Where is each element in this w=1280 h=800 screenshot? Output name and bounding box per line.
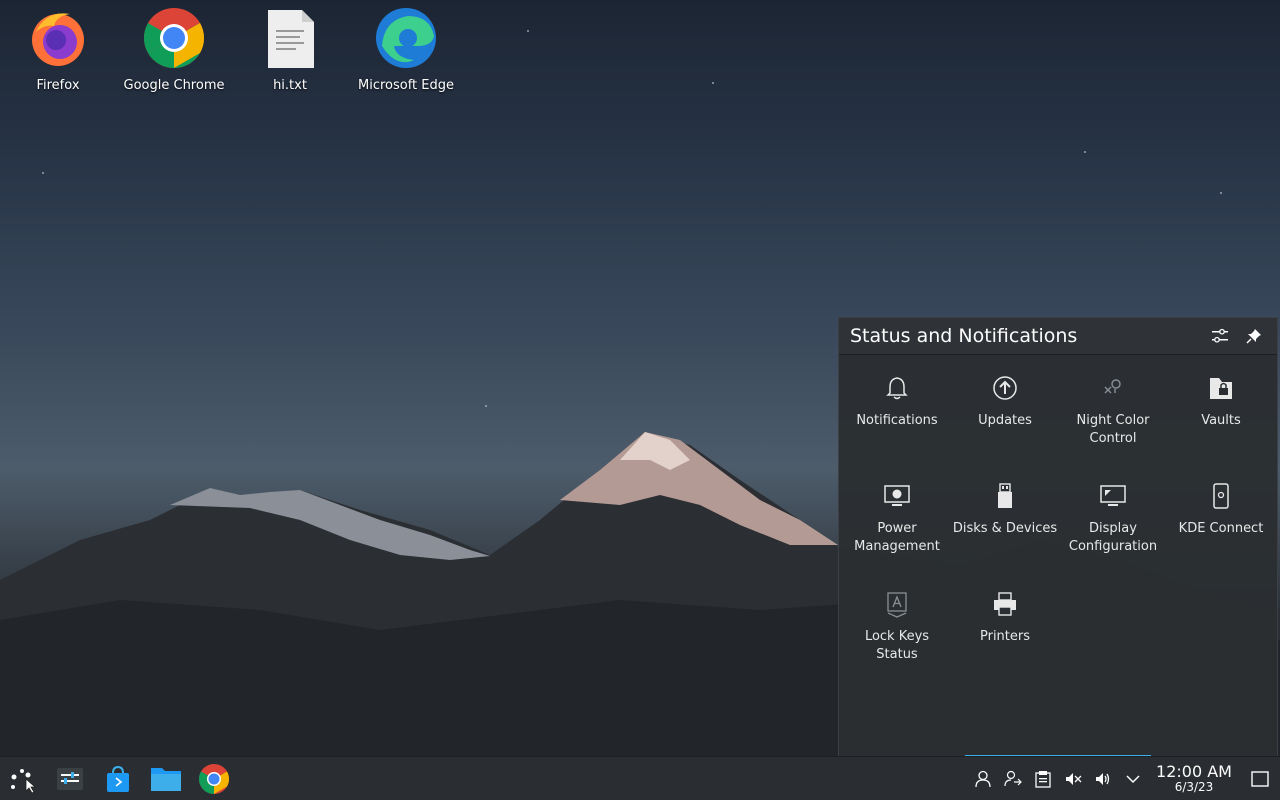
taskbar-system-settings[interactable] (48, 758, 92, 800)
tray-item-printers[interactable]: Printers (951, 584, 1059, 684)
tray-item-kde-connect[interactable]: KDE Connect (1167, 476, 1275, 576)
tray-item-lock-keys-status[interactable]: Lock Keys Status (843, 584, 951, 684)
bell-icon (886, 377, 908, 400)
tray-item-night-color-control[interactable]: Night Color Control (1059, 368, 1167, 468)
user-switch-icon (1004, 770, 1022, 786)
tray-volume[interactable] (1088, 758, 1118, 800)
tray-user[interactable] (968, 758, 998, 800)
edge-icon (376, 8, 436, 68)
desktop-icon-microsoft-edge[interactable]: Microsoft Edge (348, 6, 464, 94)
tray-item-label: Power Management (854, 521, 940, 554)
update-icon (993, 376, 1017, 400)
digital-clock[interactable]: 12:00 AM 6/3/23 (1154, 761, 1234, 794)
desktop-icon-label: Microsoft Edge (357, 78, 454, 93)
volume-icon (1096, 772, 1110, 785)
app-launcher-button[interactable] (0, 758, 44, 800)
tray-item-label: Updates (978, 413, 1032, 428)
status-notifications-popup: Status and Notifications Notifications U… (838, 317, 1278, 756)
show-desktop-icon (1251, 770, 1269, 787)
tray-item-power-management[interactable]: Power Management (843, 476, 951, 576)
desktop-icon-google-chrome[interactable]: Google Chrome (116, 6, 232, 94)
chrome-icon (143, 8, 205, 69)
taskbar-discover[interactable] (96, 758, 140, 800)
clock-date: 6/3/23 (1174, 779, 1214, 794)
tray-item-label: Disks & Devices (952, 521, 1058, 536)
app-launcher-icon (11, 768, 36, 793)
configure-button[interactable] (1207, 323, 1233, 349)
tray-item-label: Night Color Control (1076, 413, 1150, 446)
tray-item-notifications[interactable]: Notifications (843, 368, 951, 468)
configure-icon (1212, 328, 1228, 343)
desktop-icon-firefox[interactable]: Firefox (0, 6, 116, 94)
discover-store-icon (107, 765, 129, 792)
usb-drive-icon (998, 483, 1012, 508)
lock-keys-icon (887, 592, 907, 618)
tray-expand-button[interactable] (1118, 758, 1148, 800)
tray-item-label: Lock Keys Status (864, 629, 930, 662)
display-icon (1100, 485, 1126, 506)
night-color-icon (1104, 379, 1121, 394)
desktop-icon-label: hi.txt (273, 78, 307, 93)
tray-clipboard[interactable] (1028, 758, 1058, 800)
text-file-icon (268, 10, 314, 68)
expand-tray-icon (1126, 774, 1140, 783)
popup-header: Status and Notifications (839, 318, 1277, 355)
tray-item-label: Vaults (1201, 413, 1241, 428)
vault-icon (1210, 378, 1232, 399)
mute-icon (1066, 772, 1082, 785)
system-settings-icon (57, 767, 83, 790)
tray-item-label: KDE Connect (1178, 521, 1264, 536)
chrome-icon (198, 763, 230, 794)
tray-item-vaults[interactable]: Vaults (1167, 368, 1275, 468)
show-desktop-button[interactable] (1240, 758, 1280, 800)
desktop-icon-label: Google Chrome (123, 78, 225, 93)
popup-title: Status and Notifications (850, 325, 1078, 347)
taskbar-file-manager[interactable] (144, 758, 188, 800)
tray-item-updates[interactable]: Updates (951, 368, 1059, 468)
tray-item-label: Display Configuration (1068, 521, 1158, 554)
printer-icon (994, 592, 1016, 616)
tray-user-switch[interactable] (998, 758, 1028, 800)
taskbar-google-chrome[interactable] (192, 758, 236, 800)
desktop-icon-label: Firefox (36, 78, 80, 93)
tray-item-label: Notifications (856, 413, 938, 428)
phone-icon (1213, 483, 1229, 509)
tray-item-disks-devices[interactable]: Disks & Devices (951, 476, 1059, 576)
tray-item-label: Printers (979, 629, 1031, 644)
file-manager-icon (151, 767, 181, 791)
pin-button[interactable] (1241, 323, 1267, 349)
tray-microphone-mute[interactable] (1058, 758, 1088, 800)
firefox-icon (32, 13, 84, 66)
clock-time: 12:00 AM (1156, 761, 1232, 781)
pin-icon (1246, 329, 1261, 344)
tray-item-display-configuration[interactable]: Display Configuration (1059, 476, 1167, 576)
user-icon (975, 770, 991, 787)
clipboard-icon (1035, 770, 1051, 788)
taskbar: 12:00 AM 6/3/23 (0, 756, 1280, 800)
desktop-icon-hi-txt[interactable]: hi.txt (232, 6, 348, 94)
power-management-icon (884, 485, 910, 506)
